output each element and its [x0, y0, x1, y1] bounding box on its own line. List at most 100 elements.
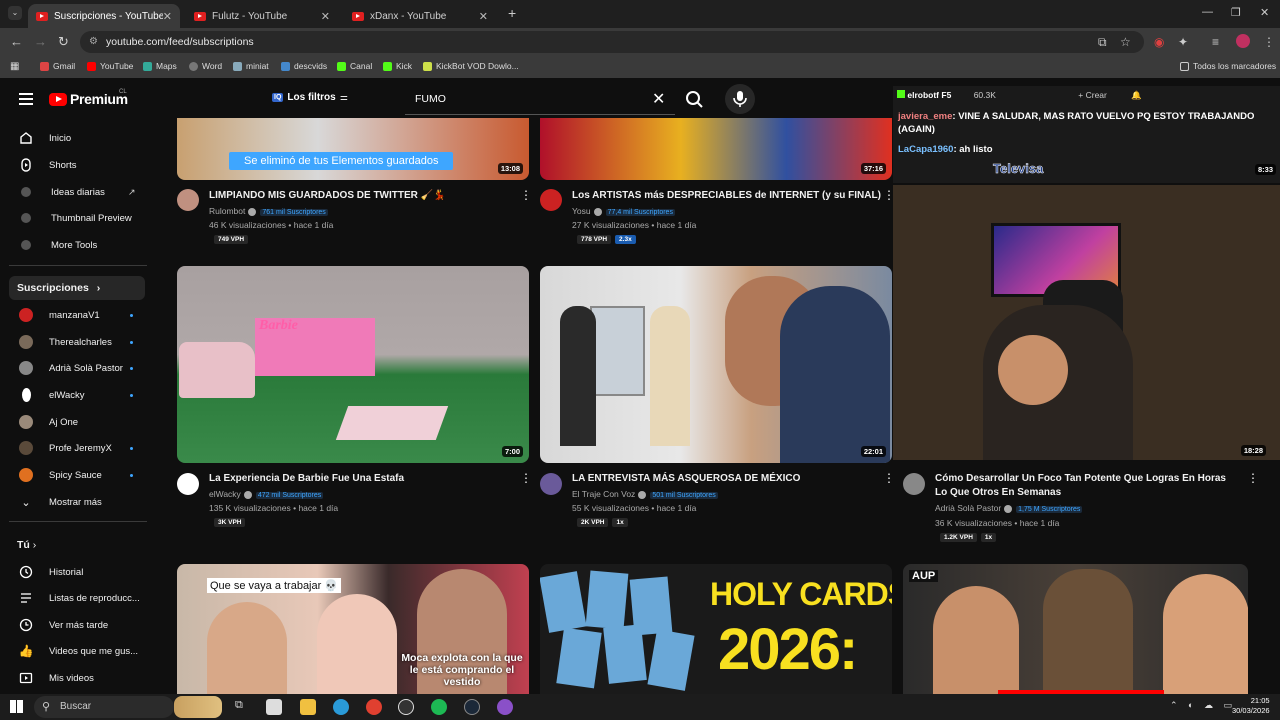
new-tab-button[interactable]: + — [508, 5, 516, 21]
sidebar-item-inicio[interactable]: Inicio — [0, 126, 155, 150]
reload-icon[interactable]: ↻ — [58, 34, 69, 50]
sidebar-subscription[interactable]: Therealcharles — [0, 330, 155, 354]
task-view-icon[interactable]: ⧉ — [235, 699, 243, 712]
sidebar-item-shorts[interactable]: Shorts — [0, 153, 155, 177]
forward-icon[interactable]: → — [34, 34, 47, 49]
undo-banner[interactable]: Se eliminó de tus Elementos guardados — [229, 152, 454, 170]
video-title[interactable]: La Experiencia De Barbie Fue Una Estafa — [209, 472, 509, 486]
channel-avatar[interactable] — [540, 473, 562, 495]
steam-icon[interactable] — [464, 699, 480, 715]
browser-tab[interactable]: Fulutz - YouTube ✕ — [186, 4, 338, 28]
sidebar-subscription[interactable]: Adrià Solà Pastor — [0, 356, 155, 380]
video-thumbnail[interactable]: 22:01 — [540, 266, 892, 463]
search-input[interactable] — [415, 93, 635, 105]
bookmark-descvids[interactable]: descvids — [281, 61, 327, 71]
notifications-icon[interactable]: 🔔 — [1131, 90, 1142, 100]
channel-name[interactable]: elWacky 472 mil Suscriptores — [209, 489, 324, 499]
filters-button[interactable]: IQ Los filtros ⚌ — [272, 92, 348, 103]
maximize-icon[interactable]: ❐ — [1231, 6, 1241, 19]
browser-tab[interactable]: Suscripciones - YouTube ✕ — [28, 4, 180, 28]
edge-icon[interactable] — [333, 699, 349, 715]
sidebar-subscription[interactable]: Spicy Sauce — [0, 463, 155, 487]
sidebar-item-watch-later[interactable]: Ver más tarde — [0, 613, 155, 637]
sidebar-subscription[interactable]: Aj One — [0, 410, 155, 434]
close-icon[interactable]: ✕ — [321, 10, 330, 23]
bookmark-word[interactable]: Word — [189, 61, 222, 71]
url-bar[interactable]: ⚙ youtube.com/feed/subscriptions — [80, 31, 1144, 53]
video-thumbnail[interactable]: AUP — [903, 564, 1248, 694]
obs-icon[interactable] — [398, 699, 414, 715]
you-section-header[interactable]: Tú › — [0, 533, 155, 557]
more-options-icon[interactable]: ⋮ — [520, 472, 532, 484]
sidebar-item-liked[interactable]: 👍 Videos que me gus... — [0, 639, 155, 663]
tab-list-icon[interactable]: ⌄ — [8, 6, 22, 20]
media-icon[interactable]: ≡ — [1212, 35, 1219, 49]
bookmark-kick[interactable]: Kick — [383, 61, 412, 71]
sidebar-item-ideas[interactable]: Ideas diarias ↗ — [0, 180, 155, 204]
hamburger-menu-icon[interactable] — [19, 93, 33, 105]
stream-webcam[interactable]: 18:28 — [893, 185, 1280, 460]
channel-avatar[interactable] — [540, 189, 562, 211]
taskbar-search[interactable]: ⚲ Buscar — [34, 696, 174, 718]
sidebar-item-playlists[interactable]: Listas de reproducc... — [0, 586, 155, 610]
windows-start-icon[interactable] — [10, 700, 23, 713]
video-title[interactable]: LA ENTREVISTA MÁS ASQUEROSA DE MÉXICO — [572, 472, 872, 486]
chrome-icon[interactable] — [366, 699, 382, 715]
all-bookmarks[interactable]: Todos los marcadores — [1180, 61, 1276, 71]
sidebar-item-thumbnail-preview[interactable]: Thumbnail Preview — [0, 206, 155, 230]
sidebar-item-my-videos[interactable]: Mis videos — [0, 666, 155, 690]
youtube-logo-icon[interactable] — [49, 93, 67, 106]
channel-name[interactable]: El Traje Con Voz 501 mil Suscriptores — [572, 489, 718, 499]
sidebar-subscription[interactable]: manzanaV1 — [0, 303, 155, 327]
tray-icons[interactable]: ⌃ ◐ ☁ ▭ — [1170, 700, 1236, 711]
create-button[interactable]: + Crear — [1078, 90, 1107, 100]
window-close-icon[interactable]: ✕ — [1260, 6, 1269, 19]
video-thumbnail[interactable]: Que se vaya a trabajar 💀 Moca explota co… — [177, 564, 529, 694]
search-button[interactable] — [680, 85, 710, 115]
channel-avatar[interactable] — [177, 473, 199, 495]
bookmark-maps[interactable]: Maps — [143, 61, 177, 71]
extensions-icon[interactable]: ✦ — [1178, 35, 1188, 49]
channel-avatar[interactable] — [903, 473, 925, 495]
video-thumbnail[interactable]: Se eliminó de tus Elementos guardados 13… — [177, 118, 529, 180]
profile-avatar[interactable] — [1236, 34, 1250, 48]
bookmark-canal[interactable]: Canal — [337, 61, 372, 71]
system-clock[interactable]: 21:05 30/03/2026 — [1232, 696, 1270, 716]
bookmark-miniat[interactable]: miniat — [233, 61, 269, 71]
more-options-icon[interactable]: ⋮ — [520, 189, 532, 201]
sidebar-subscription[interactable]: Profe JeremyX — [0, 436, 155, 460]
video-title[interactable]: Cómo Desarrollar Un Foco Tan Potente Que… — [935, 472, 1240, 500]
apps-icon[interactable]: ▦ — [10, 61, 19, 72]
video-thumbnail[interactable]: 37:16 — [540, 118, 892, 180]
sidebar-subscription[interactable]: elWacky — [0, 383, 155, 407]
record-extension-icon[interactable]: ◉ — [1154, 35, 1164, 49]
more-options-icon[interactable]: ⋮ — [883, 472, 895, 484]
voice-search-button[interactable] — [725, 84, 755, 114]
store-icon[interactable] — [266, 699, 282, 715]
spotify-icon[interactable] — [431, 699, 447, 715]
channel-name[interactable]: Rulombot 761 mil Suscriptores — [209, 206, 328, 216]
back-icon[interactable]: ← — [10, 34, 23, 49]
file-explorer-icon[interactable] — [300, 699, 316, 715]
video-thumbnail[interactable]: HOLY CARDS 2026: — [540, 564, 892, 694]
channel-avatar[interactable] — [177, 189, 199, 211]
close-icon[interactable]: ✕ — [479, 10, 488, 23]
video-thumbnail[interactable]: Barbie 7:00 — [177, 266, 529, 463]
sidebar-item-more-tools[interactable]: More Tools — [0, 233, 155, 257]
bookmark-kickbot[interactable]: KickBot VOD Dowlo... — [423, 61, 519, 71]
more-options-icon[interactable]: ⋮ — [1247, 472, 1259, 484]
show-more-button[interactable]: ⌄ Mostrar más — [0, 490, 155, 514]
bookmark-star-icon[interactable]: ☆ — [1120, 35, 1131, 49]
close-icon[interactable]: ✕ — [163, 10, 172, 23]
more-options-icon[interactable]: ⋮ — [883, 189, 895, 201]
install-icon[interactable]: ⧉ — [1098, 35, 1107, 50]
channel-name[interactable]: Yosu 77,4 mil Suscriptores — [572, 206, 675, 216]
channel-name[interactable]: Adrià Solà Pastor 1,75 M Suscriptores — [935, 503, 1083, 513]
app-icon[interactable] — [497, 699, 513, 715]
menu-icon[interactable]: ⋮ — [1263, 35, 1275, 49]
video-title[interactable]: LIMPIANDO MIS GUARDADOS DE TWITTER 🧹💃 — [209, 189, 509, 203]
subscriptions-header[interactable]: Suscripciones › — [9, 276, 145, 300]
sidebar-item-historial[interactable]: Historial — [0, 560, 155, 584]
bookmark-gmail[interactable]: Gmail — [40, 61, 75, 71]
bookmark-youtube[interactable]: YouTube — [87, 61, 133, 71]
